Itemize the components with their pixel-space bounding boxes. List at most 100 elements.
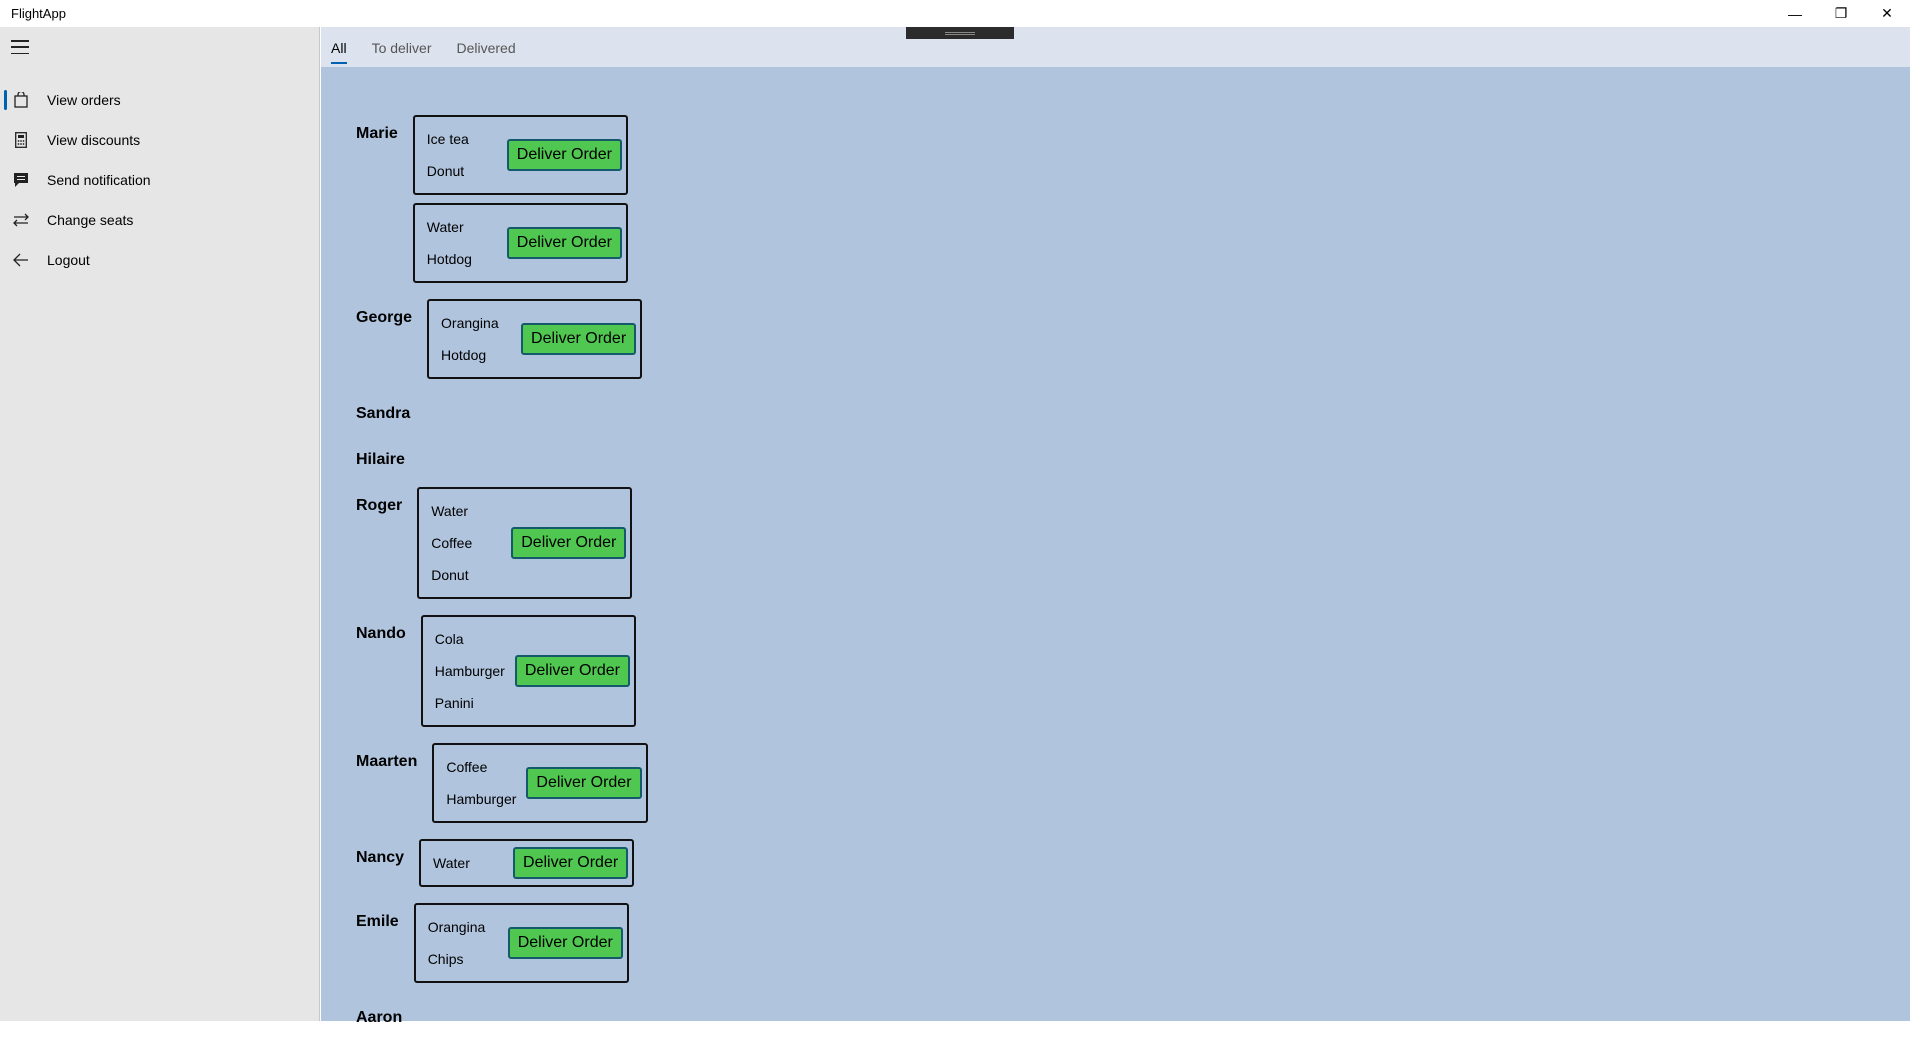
app-title: FlightApp: [11, 6, 66, 21]
passenger-row: Roger Water Coffee Donut Deliver Order: [356, 487, 648, 607]
order-card: Water Hotdog Deliver Order: [412, 203, 628, 283]
tab-delivered[interactable]: Delivered: [456, 27, 515, 67]
title-bar: FlightApp — ❐ ✕: [0, 0, 1910, 27]
order-item: Water: [426, 219, 464, 235]
calculator-icon: [11, 130, 31, 150]
order-item: Hotdog: [441, 347, 487, 363]
bag-icon: [11, 90, 31, 110]
order-items: Orangina Hotdog: [441, 307, 521, 371]
order-item: Orangina: [441, 315, 499, 331]
order-item: Water: [431, 503, 469, 519]
message-icon: [11, 170, 31, 190]
nav-list: View orders View discounts Send notifica…: [0, 80, 320, 280]
order-item: Panini: [434, 695, 474, 711]
deliver-order-button[interactable]: Deliver Order: [507, 927, 623, 959]
order-item: Ice tea: [426, 131, 469, 147]
order-card: Cola Hamburger Panini Deliver Order: [420, 615, 636, 727]
close-button[interactable]: ✕: [1864, 0, 1910, 27]
passenger-name: Maarten: [356, 753, 418, 770]
order-card: Water Deliver Order: [419, 839, 635, 887]
swap-icon: [11, 210, 31, 230]
sidebar-item-send-notification[interactable]: Send notification: [0, 160, 320, 200]
order-item: Hamburger: [446, 791, 517, 807]
sidebar-item-label: View discounts: [47, 132, 141, 148]
sidebar-item-label: View orders: [47, 92, 121, 108]
order-item: Donut: [431, 567, 469, 583]
order-item: Chips: [427, 951, 464, 967]
passenger-orders: Water Coffee Donut Deliver Order: [417, 487, 633, 607]
order-card: Orangina Hotdog Deliver Order: [427, 299, 643, 379]
orders-panel: Marie Ice tea Donut Deliver Order Water Hotdo…: [321, 67, 1910, 1026]
passenger-row: Nando Cola Hamburger Panini Deliver Order: [356, 615, 648, 735]
order-item: Water: [433, 855, 470, 871]
sidebar-item-view-discounts[interactable]: View discounts: [0, 120, 320, 160]
deliver-order-button[interactable]: Deliver Order: [506, 227, 622, 259]
order-card: Ice tea Donut Deliver Order: [412, 115, 628, 195]
order-item: Donut: [426, 163, 465, 179]
passenger-orders: Cola Hamburger Panini Deliver Order: [420, 615, 636, 735]
passenger-row: Maarten Coffee Hamburger Deliver Order: [356, 743, 648, 831]
tab-to-deliver[interactable]: To deliver: [372, 27, 432, 67]
passenger-row: Emile Orangina Chips Deliver Order: [356, 903, 648, 991]
order-items: Water Coffee Donut: [431, 495, 511, 591]
close-icon: ✕: [1881, 5, 1893, 21]
passenger-orders: Ice tea Donut Deliver Order Water Hotdog Deli…: [412, 115, 628, 291]
passenger-row: Sandra: [356, 395, 648, 423]
minimize-button[interactable]: —: [1772, 0, 1818, 27]
passenger-name: George: [356, 309, 413, 326]
passenger-name: Marie: [356, 125, 398, 142]
passenger-orders: Orangina Chips Deliver Order: [413, 903, 629, 991]
drag-handle[interactable]: [906, 27, 1014, 39]
order-items: Cola Hamburger Panini: [435, 623, 515, 719]
restore-icon: ❐: [1834, 5, 1848, 21]
sidebar-item-logout[interactable]: Logout: [0, 240, 320, 280]
order-item: Coffee: [431, 535, 473, 551]
sidebar: View orders View discounts Send notifica…: [0, 27, 320, 1021]
passenger-orders: Coffee Hamburger Deliver Order: [432, 743, 648, 831]
order-card: Water Coffee Donut Deliver Order: [417, 487, 633, 599]
passenger-row: George Orangina Hotdog Deliver Order: [356, 299, 648, 387]
hamburger-menu-icon[interactable]: [11, 40, 29, 54]
order-items: Ice tea Donut: [427, 123, 507, 187]
order-list: Marie Ice tea Donut Deliver Order Water Hotdo…: [356, 115, 648, 1045]
sidebar-item-change-seats[interactable]: Change seats: [0, 200, 320, 240]
passenger-orders: Orangina Hotdog Deliver Order: [427, 299, 643, 387]
tab-all[interactable]: All: [331, 27, 347, 67]
deliver-order-button[interactable]: Deliver Order: [506, 139, 622, 171]
minimize-icon: —: [1788, 5, 1802, 22]
sidebar-item-label: Logout: [47, 252, 90, 268]
deliver-order-button[interactable]: Deliver Order: [514, 655, 630, 687]
deliver-order-button[interactable]: Deliver Order: [511, 527, 627, 559]
sidebar-item-label: Change seats: [47, 212, 134, 228]
passenger-row: Nancy Water Deliver Order: [356, 839, 648, 895]
sidebar-item-view-orders[interactable]: View orders: [0, 80, 320, 120]
order-item: Cola: [434, 631, 464, 647]
order-card: Orangina Chips Deliver Order: [413, 903, 629, 983]
back-arrow-icon: [11, 250, 31, 270]
order-items: Orangina Chips: [428, 911, 508, 975]
order-items: Coffee Hamburger: [446, 751, 526, 815]
deliver-order-button[interactable]: Deliver Order: [513, 847, 629, 879]
passenger-name: Nando: [356, 625, 406, 642]
passenger-row: Aaron: [356, 999, 648, 1027]
order-card: Coffee Hamburger Deliver Order: [432, 743, 648, 823]
order-items: Water: [433, 847, 513, 879]
passenger-name: Emile: [356, 913, 399, 930]
order-item: Hamburger: [434, 663, 505, 679]
tab-bar: All To deliver Delivered: [321, 27, 1910, 67]
passenger-orders: Water Deliver Order: [419, 839, 635, 895]
deliver-order-button[interactable]: Deliver Order: [521, 323, 637, 355]
restore-button[interactable]: ❐: [1818, 0, 1864, 27]
passenger-name: Hilaire: [356, 451, 405, 468]
sidebar-item-label: Send notification: [47, 172, 151, 188]
tabs: All To deliver Delivered: [331, 27, 541, 67]
order-item: Hotdog: [426, 251, 472, 267]
window-controls: — ❐ ✕: [1772, 0, 1910, 27]
passenger-row: Marie Ice tea Donut Deliver Order Water Hotdo…: [356, 115, 648, 291]
passenger-name: Sandra: [356, 405, 411, 422]
order-item: Coffee: [446, 759, 488, 775]
passenger-name: Aaron: [356, 1009, 403, 1026]
passenger-name: Roger: [356, 497, 403, 514]
deliver-order-button[interactable]: Deliver Order: [526, 767, 642, 799]
passenger-row: Hilaire: [356, 441, 648, 469]
